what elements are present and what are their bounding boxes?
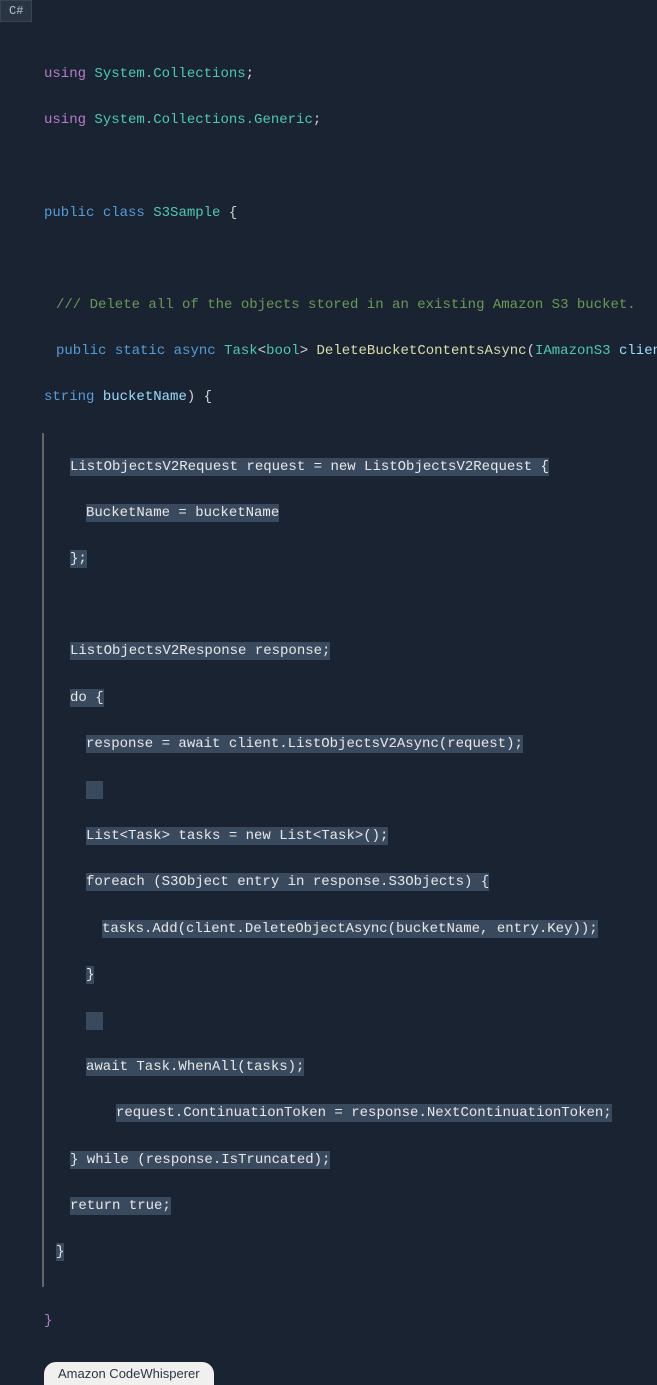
using-line-1: using System.Collections;	[44, 63, 657, 86]
code-line: request.ContinuationToken = response.Nex…	[44, 1102, 657, 1125]
method-signature: public static async Task<bool> DeleteBuc…	[44, 340, 657, 363]
code-line: }	[44, 964, 657, 987]
method-signature-cont: string bucketName) {	[44, 386, 657, 409]
suggestion-block: ListObjectsV2Request request = new ListO…	[42, 433, 657, 1287]
code-line: foreach (S3Object entry in response.S3Ob…	[44, 871, 657, 894]
language-tab[interactable]: C#	[0, 0, 32, 22]
badge-label: Amazon CodeWhisperer	[58, 1366, 200, 1381]
code-line: await Task.WhenAll(tasks);	[44, 1056, 657, 1079]
namespace: System.Collections.Generic	[94, 112, 312, 128]
code-line: List<Task> tasks = new List<Task>();	[44, 825, 657, 848]
using-keyword: using	[44, 112, 86, 128]
code-line: ListObjectsV2Request request = new ListO…	[44, 456, 657, 479]
code-line: response = await client.ListObjectsV2Asy…	[44, 733, 657, 756]
namespace: System.Collections	[94, 66, 245, 82]
code-line: };	[44, 548, 657, 571]
code-line: BucketName = bucketName	[44, 502, 657, 525]
code-line: do {	[44, 687, 657, 710]
code-editor[interactable]: using System.Collections; using System.C…	[0, 22, 657, 1356]
using-keyword: using	[44, 66, 86, 82]
code-line: ListObjectsV2Response response;	[44, 640, 657, 663]
doc-comment: /// Delete all of the objects stored in …	[44, 294, 657, 317]
code-line	[44, 1010, 657, 1033]
class-declaration: public class S3Sample {	[44, 202, 657, 225]
code-line: tasks.Add(client.DeleteObjectAsync(bucke…	[44, 918, 657, 941]
code-line: }	[44, 1241, 657, 1264]
code-line: return true;	[44, 1195, 657, 1218]
closing-brace: }	[44, 1310, 657, 1333]
code-line: } while (response.IsTruncated);	[44, 1149, 657, 1172]
code-line	[44, 779, 657, 802]
tab-label: C#	[9, 4, 23, 18]
codewhisperer-badge[interactable]: Amazon CodeWhisperer	[44, 1362, 214, 1385]
using-line-2: using System.Collections.Generic;	[44, 109, 657, 132]
